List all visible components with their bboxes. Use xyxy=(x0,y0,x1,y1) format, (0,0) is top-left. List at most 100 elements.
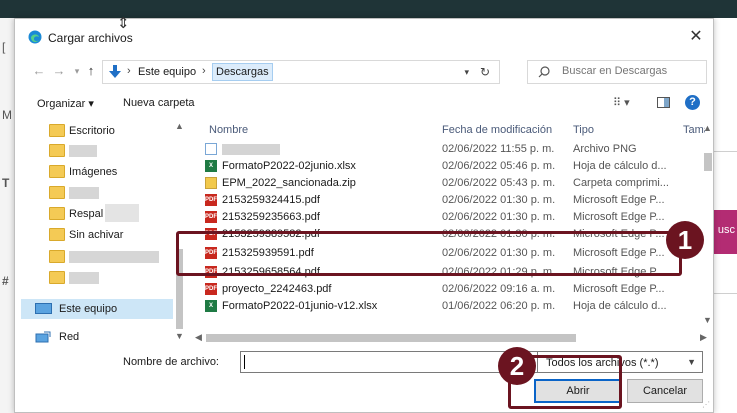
file-type: Microsoft Edge P... xyxy=(573,283,665,295)
breadcrumb-este-equipo[interactable]: Este equipo xyxy=(138,66,196,78)
back-arrow-icon[interactable]: ← xyxy=(31,63,47,78)
breadcrumb-descargas[interactable]: Descargas xyxy=(212,63,273,81)
pdf-file-icon: PDF xyxy=(205,283,217,295)
close-icon[interactable]: ✕ xyxy=(685,26,707,48)
sidebar-item-respal[interactable]: Respal xyxy=(21,204,181,224)
scroll-up-icon[interactable]: ▲ xyxy=(175,121,184,131)
folder-icon xyxy=(49,165,65,178)
column-header-date[interactable]: Fecha de modificación xyxy=(442,124,552,136)
search-box[interactable] xyxy=(527,60,707,84)
help-icon[interactable]: ? xyxy=(685,95,700,110)
filename-input[interactable] xyxy=(240,351,538,373)
file-date: 02/06/2022 01:30 p. m. xyxy=(442,211,556,223)
address-dropdown-icon[interactable]: ▾ xyxy=(464,67,469,78)
file-name: proyecto_2242463.pdf xyxy=(222,283,332,295)
redacted-label xyxy=(69,272,99,284)
search-input[interactable] xyxy=(562,65,702,77)
computer-icon xyxy=(35,303,52,314)
file-type: Microsoft Edge P... xyxy=(573,211,665,223)
breadcrumb-separator: › xyxy=(202,65,206,77)
sidebar-item-label: Escritorio xyxy=(69,125,115,137)
navigation-pane: Escritorio Imágenes Respal Sin achivar E… xyxy=(21,119,191,345)
file-name: FormatoP2022-02junio.xlsx xyxy=(222,160,356,172)
file-date: 02/06/2022 11:55 p. m. xyxy=(442,143,555,155)
text-caret xyxy=(244,355,245,369)
background-left-edge: [ M T # xyxy=(0,18,14,413)
image-file-icon xyxy=(205,143,217,155)
sidebar-item-redacted[interactable] xyxy=(21,268,181,288)
file-row[interactable]: X FormatoP2022-01junio-v12.xlsx 01/06/20… xyxy=(202,298,702,314)
background-fragment: M xyxy=(2,108,12,122)
zip-file-icon xyxy=(205,177,217,189)
scroll-right-icon[interactable]: ▶ xyxy=(700,332,707,343)
file-name: FormatoP2022-01junio-v12.xlsx xyxy=(222,300,378,312)
highlight-selected-file xyxy=(176,231,682,276)
background-right-edge: usc xyxy=(713,18,737,413)
folder-icon xyxy=(49,207,65,220)
file-date: 02/06/2022 05:46 p. m. xyxy=(442,160,556,172)
column-header-type[interactable]: Tipo xyxy=(573,124,594,136)
sidebar-item-redacted[interactable] xyxy=(21,183,181,203)
sidebar-item-redacted[interactable] xyxy=(21,141,181,161)
sidebar-item-este-equipo[interactable]: Este equipo xyxy=(21,299,181,319)
new-folder-button[interactable]: Nueva carpeta xyxy=(123,97,195,109)
chevron-down-icon: ▼ xyxy=(687,357,696,367)
excel-file-icon: X xyxy=(205,160,217,172)
background-divider xyxy=(713,151,737,152)
file-name: EPM_2022_sancionada.zip xyxy=(222,177,356,189)
navigation-bar: ← → ▾ ↑ › Este equipo › Descargas ▾ ↻ xyxy=(15,59,713,85)
file-row[interactable]: PDF proyecto_2242463.pdf 02/06/2022 09:1… xyxy=(202,281,702,297)
view-options-icon[interactable]: ⠿ ▾ xyxy=(613,96,630,109)
scroll-up-icon[interactable]: ▲ xyxy=(703,123,712,133)
sidebar-item-redacted[interactable] xyxy=(21,247,181,267)
organize-menu-button[interactable]: Organizar ▾ xyxy=(37,97,94,110)
folder-icon xyxy=(49,124,65,137)
resize-cursor-icon: ⇕ xyxy=(117,15,130,32)
folder-icon xyxy=(49,186,65,199)
up-folder-icon[interactable]: ↑ xyxy=(83,63,99,78)
resize-grip-icon[interactable]: ⋰ xyxy=(702,400,710,409)
sidebar-item-imagenes[interactable]: Imágenes xyxy=(21,162,181,182)
sidebar-item-label: Red xyxy=(59,331,80,343)
file-name: 2153259324415.pdf xyxy=(222,194,320,206)
scrollbar-thumb[interactable] xyxy=(704,153,712,171)
column-header-name[interactable]: Nombre xyxy=(209,124,248,136)
redacted-label xyxy=(69,251,159,263)
folder-icon xyxy=(49,228,65,241)
scroll-down-icon[interactable]: ▼ xyxy=(703,315,712,325)
search-icon xyxy=(538,66,550,78)
sidebar-item-sin-achivar[interactable]: Sin achivar xyxy=(21,225,181,245)
file-row[interactable]: X FormatoP2022-02junio.xlsx 02/06/2022 0… xyxy=(202,158,702,174)
file-name: 2153259235663.pdf xyxy=(222,211,320,223)
file-list-scrollbar[interactable]: ▲ ▼ xyxy=(702,119,714,331)
file-date: 02/06/2022 01:30 p. m. xyxy=(442,194,556,206)
address-bar[interactable]: › Este equipo › Descargas ▾ ↻ xyxy=(102,60,500,84)
sidebar-item-red[interactable]: Red xyxy=(21,327,181,347)
pdf-file-icon: PDF xyxy=(205,211,217,223)
file-date: 01/06/2022 06:20 p. m. xyxy=(442,300,556,312)
file-row[interactable]: PDF 2153259235663.pdf 02/06/2022 01:30 p… xyxy=(202,209,702,225)
file-row[interactable]: PDF 2153259324415.pdf 02/06/2022 01:30 p… xyxy=(202,192,702,208)
scroll-left-icon[interactable]: ◀ xyxy=(195,332,202,343)
cancel-button[interactable]: Cancelar xyxy=(627,379,703,403)
file-row[interactable]: EPM_2022_sancionada.zip 02/06/2022 05:43… xyxy=(202,175,702,191)
file-type: Hoja de cálculo d... xyxy=(573,160,667,172)
folder-icon xyxy=(49,271,65,284)
file-date: 02/06/2022 05:43 p. m. xyxy=(442,177,556,189)
sidebar-item-escritorio[interactable]: Escritorio xyxy=(21,121,181,141)
step-1-badge: 1 xyxy=(666,221,704,259)
preview-pane-icon[interactable] xyxy=(657,97,670,108)
file-row[interactable]: 02/06/2022 11:55 p. m. Archivo PNG xyxy=(202,141,702,157)
background-header xyxy=(0,0,737,18)
breadcrumb-separator: › xyxy=(127,65,131,77)
sidebar-item-label: Este equipo xyxy=(59,303,118,315)
scroll-down-icon[interactable]: ▼ xyxy=(175,331,184,341)
scrollbar-thumb[interactable] xyxy=(206,334,576,342)
forward-arrow-icon[interactable]: → xyxy=(51,63,67,78)
horizontal-scrollbar[interactable]: ◀ ▶ xyxy=(192,331,714,345)
command-toolbar: Organizar ▾ Nueva carpeta ⠿ ▾ ? xyxy=(15,91,713,115)
folder-icon xyxy=(49,250,65,263)
downloads-arrow-icon xyxy=(109,65,121,78)
redacted-label xyxy=(105,204,139,222)
refresh-icon[interactable]: ↻ xyxy=(480,65,490,79)
